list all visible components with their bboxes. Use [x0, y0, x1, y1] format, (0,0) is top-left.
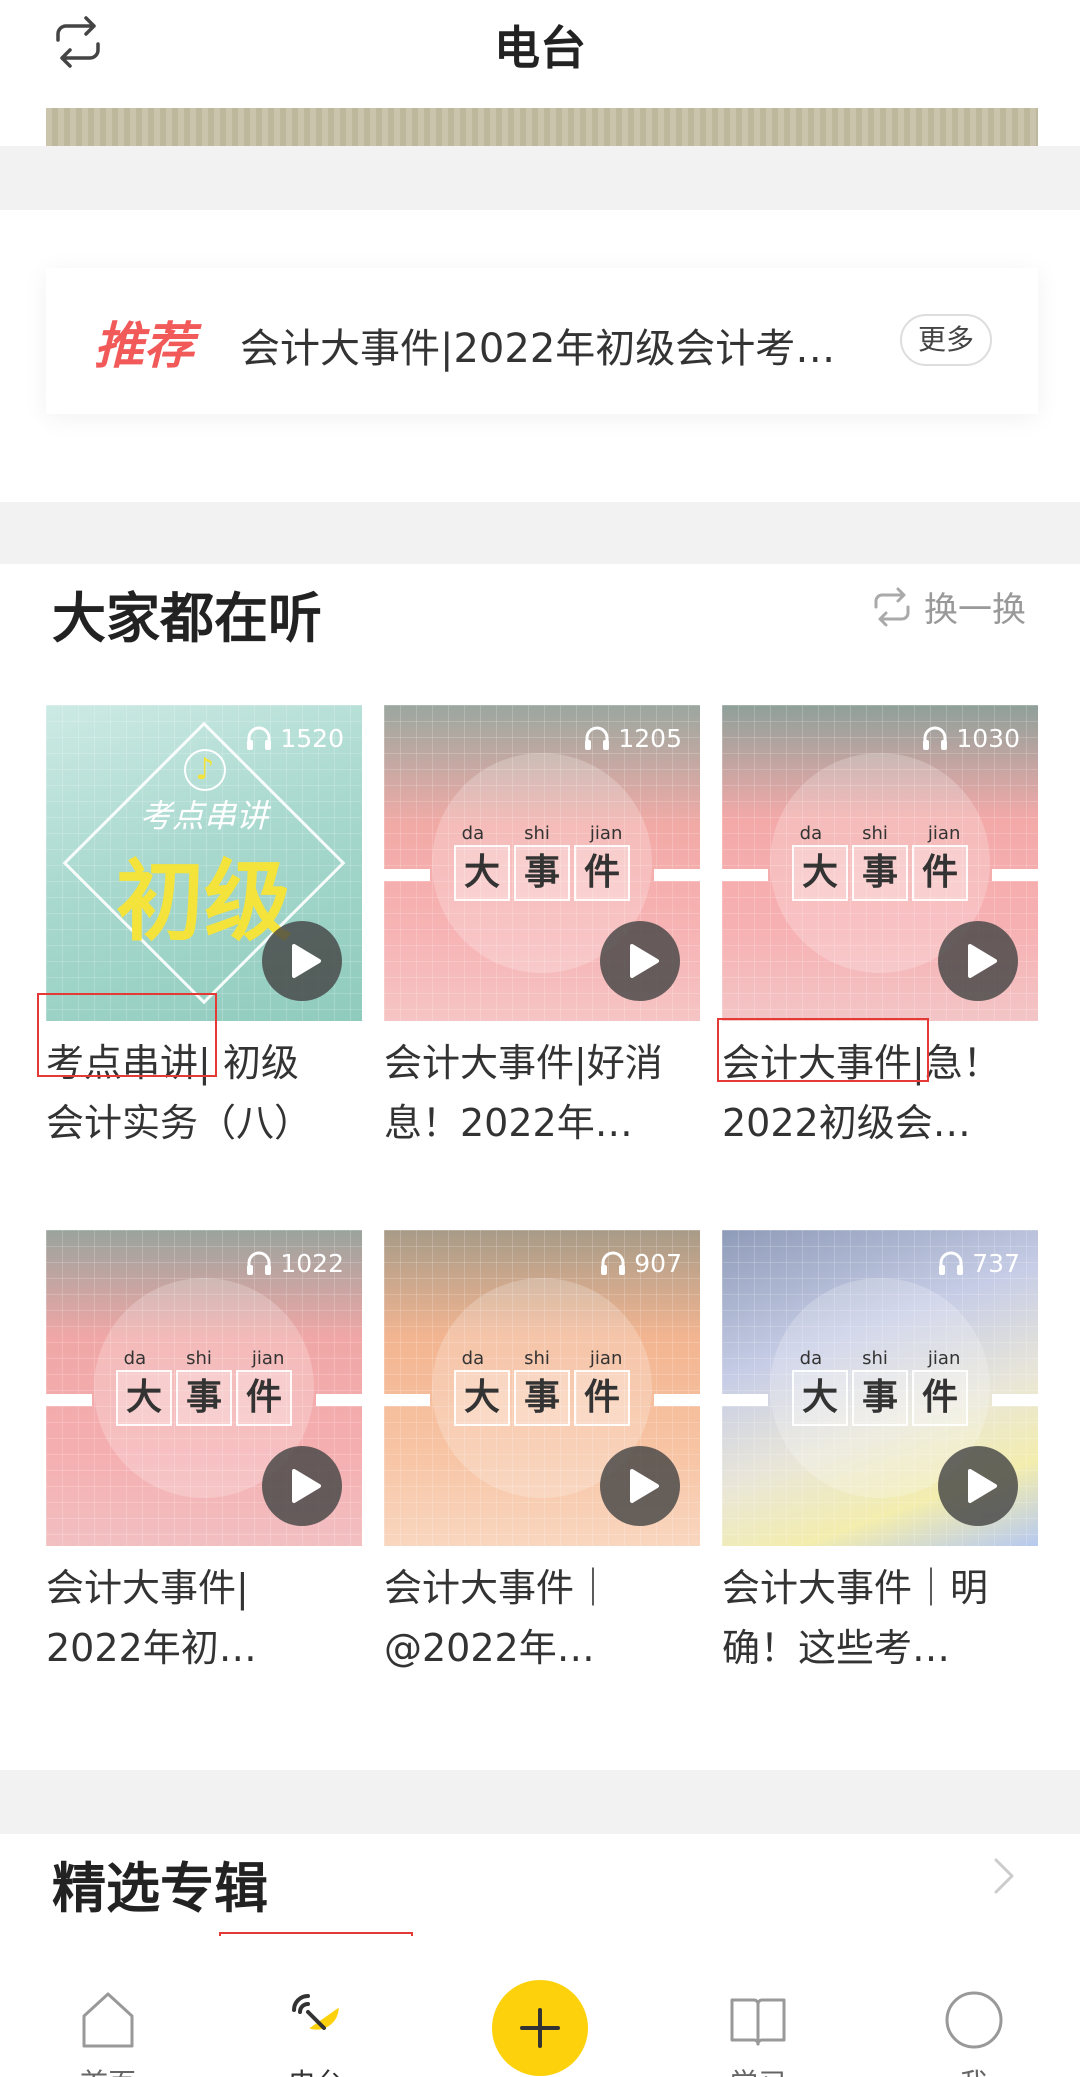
cover-pinyin: da shi jian [461, 823, 623, 844]
top-bar: 电台 [0, 0, 1080, 108]
plus-icon [520, 2008, 560, 2048]
audio-card[interactable]: da shi jian 大事件 1030 会计大事件|急！ 2022初级会… [722, 705, 1038, 1153]
play-button[interactable] [938, 1446, 1018, 1526]
play-button[interactable] [262, 921, 342, 1001]
music-note-icon: ♪ [184, 749, 226, 791]
play-icon [968, 1469, 997, 1503]
cover-pinyin: da shi jian [799, 823, 961, 844]
nav-radio[interactable]: 电台 [226, 1936, 406, 2077]
play-button[interactable] [600, 1446, 680, 1526]
cover-chars: 大事件 [722, 1370, 1038, 1426]
audio-title[interactable]: 会计大事件| 2022年初… [46, 1558, 362, 1678]
headphones-icon [601, 1251, 626, 1275]
listen-count: 907 [598, 1248, 682, 1278]
headphones-icon [247, 726, 272, 750]
cover-chars: 大事件 [384, 1370, 700, 1426]
swap-icon [874, 587, 910, 626]
book-icon [730, 1998, 786, 2046]
play-icon [630, 1469, 659, 1503]
listen-count: 1205 [582, 723, 682, 753]
swap-button[interactable]: 换一换 [870, 582, 1026, 631]
swap-label: 换一换 [924, 590, 1026, 630]
highlight-box [717, 1018, 929, 1082]
play-button[interactable] [600, 921, 680, 1001]
audio-cover[interactable]: da shi jian 大事件 1205 [384, 705, 700, 1021]
section-title-featured: 精选专辑 [52, 1857, 268, 1920]
audio-title[interactable]: 会计大事件｜ @2022年… [384, 1558, 700, 1678]
play-icon [292, 944, 321, 978]
play-icon [292, 1469, 321, 1503]
add-button[interactable] [492, 1980, 588, 2076]
cover-pinyin: da shi jian [799, 1348, 961, 1369]
section-divider [0, 1770, 1080, 1834]
listen-count: 1030 [920, 723, 1020, 753]
audio-card[interactable]: da shi jian 大事件 1022 会计大事件| 2022年初… [46, 1230, 362, 1678]
audio-card[interactable]: ♪ 考点串讲 初级 1520 考点串讲| 初级 会计实务（八） [46, 705, 362, 1153]
headphones-icon [585, 726, 610, 750]
audio-card[interactable]: da shi jian 大事件 907 会计大事件｜ @2022年… [384, 1230, 700, 1678]
play-icon [968, 944, 997, 978]
headphones-icon [923, 726, 948, 750]
recommend-bar[interactable]: 推荐 会计大事件|2022年初级会计考… 更多 [46, 268, 1038, 414]
play-button[interactable] [262, 1446, 342, 1526]
cover-chars: 大事件 [722, 845, 1038, 901]
cover-chars: 大事件 [46, 1370, 362, 1426]
audio-cover[interactable]: da shi jian 大事件 737 [722, 1230, 1038, 1546]
nav-study[interactable]: 学习 [668, 1936, 848, 2077]
play-icon [630, 944, 659, 978]
nav-home[interactable]: 首页 [18, 1936, 198, 2077]
cover-pinyin: da shi jian [123, 1348, 285, 1369]
listen-count: 1520 [244, 723, 344, 753]
play-button[interactable] [938, 921, 1018, 1001]
chevron-right-icon[interactable] [992, 1856, 1016, 1896]
headphones-icon [247, 1251, 272, 1275]
audio-cover[interactable]: da shi jian 大事件 1022 [46, 1230, 362, 1546]
recommend-tag: 推荐 [94, 317, 194, 375]
cover-chars: 大事件 [384, 845, 700, 901]
highlight-box [37, 993, 217, 1077]
audio-cover[interactable]: da shi jian 大事件 907 [384, 1230, 700, 1546]
section-title-popular: 大家都在听 [52, 587, 322, 650]
page-title: 电台 [494, 21, 586, 75]
home-icon [82, 1992, 134, 2048]
radio-icon [292, 1994, 339, 2030]
recommend-text[interactable]: 会计大事件|2022年初级会计考… [240, 316, 880, 374]
cover-pinyin: da shi jian [461, 1348, 623, 1369]
listen-count: 1022 [244, 1248, 344, 1278]
section-divider [0, 146, 1080, 210]
audio-title[interactable]: 会计大事件|好消 息！2022年… [384, 1033, 700, 1153]
section-divider [0, 502, 1080, 564]
profile-icon [945, 1991, 1003, 2049]
audio-card[interactable]: da shi jian 大事件 1205 会计大事件|好消 息！2022年… [384, 705, 700, 1153]
nav-me[interactable]: 我 [884, 1936, 1064, 2077]
bottom-nav: 首页 电台 学习 我 [0, 1936, 1080, 2077]
headphones-icon [939, 1251, 964, 1275]
listen-count: 737 [936, 1248, 1020, 1278]
banner-image[interactable] [46, 108, 1038, 146]
audio-cover[interactable]: ♪ 考点串讲 初级 1520 [46, 705, 362, 1021]
audio-card[interactable]: da shi jian 大事件 737 会计大事件｜明 确！这些考… [722, 1230, 1038, 1678]
audio-title[interactable]: 会计大事件｜明 确！这些考… [722, 1558, 1038, 1678]
audio-cover[interactable]: da shi jian 大事件 1030 [722, 705, 1038, 1021]
more-button[interactable]: 更多 [900, 314, 992, 366]
